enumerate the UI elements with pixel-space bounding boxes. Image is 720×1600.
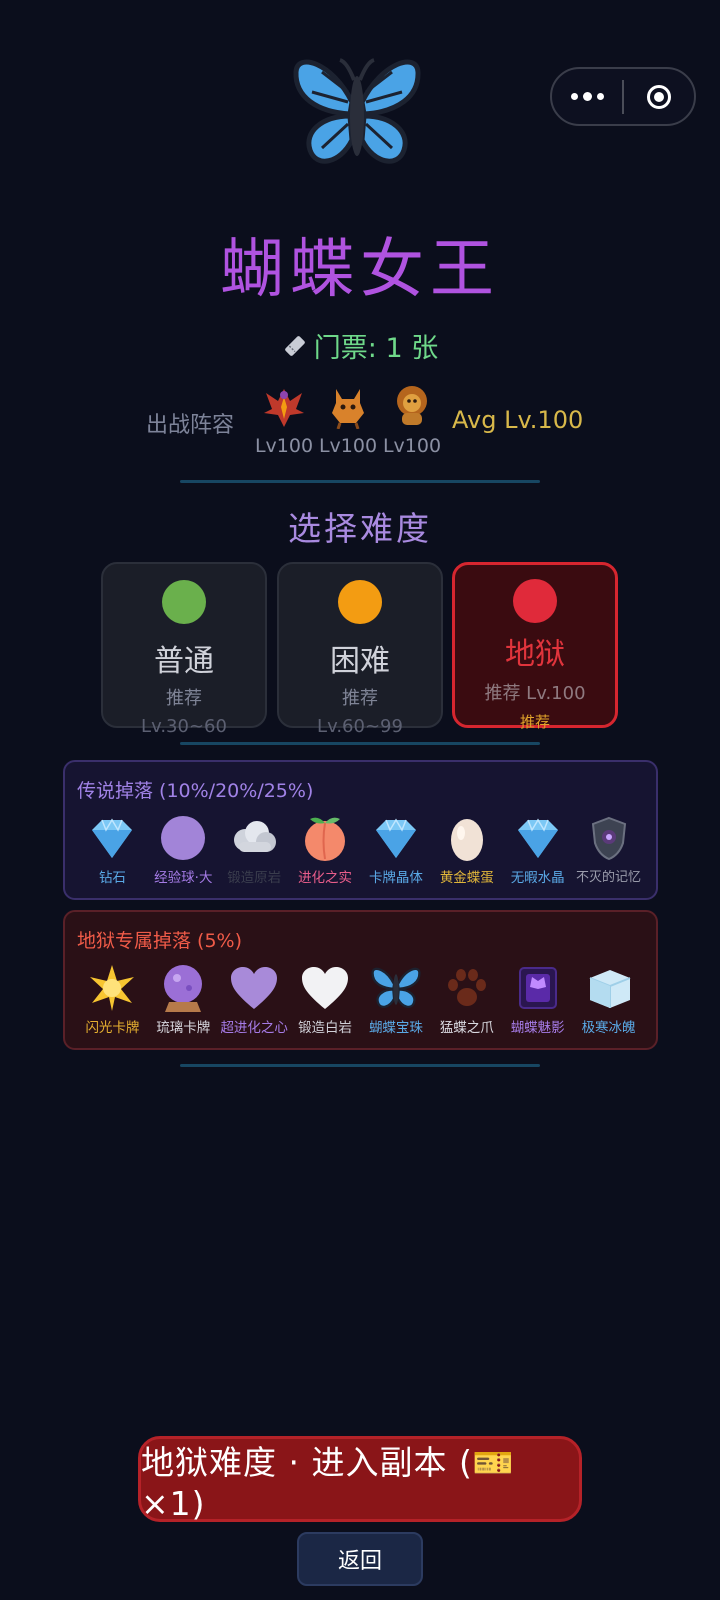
drop-item[interactable]: 锻造白岩 bbox=[290, 962, 361, 1036]
drop-item-name: 蝴蝶魅影 bbox=[510, 1020, 565, 1036]
phoenix-pet-icon bbox=[254, 383, 314, 433]
team-label: 出战阵容 bbox=[146, 413, 235, 438]
drop-item-name: 黄金蝶蛋 bbox=[439, 870, 494, 886]
pet-level: Lv100 bbox=[318, 435, 378, 457]
drop-item[interactable]: 超进化之心 bbox=[219, 962, 290, 1036]
drop-item[interactable]: 琉璃卡牌 bbox=[148, 962, 219, 1036]
more-menu-button[interactable] bbox=[552, 91, 622, 101]
crystal-ball-icon bbox=[157, 962, 209, 1014]
ticket-icon bbox=[282, 333, 308, 366]
green-dot-icon bbox=[162, 580, 206, 624]
target-icon bbox=[646, 84, 671, 109]
team-pet-1[interactable]: Lv100 bbox=[254, 383, 314, 457]
difficulty-recommend: 推荐 bbox=[342, 688, 378, 709]
drop-item-name: 锻造原岩 bbox=[227, 870, 282, 886]
boss-title: 蝴蝶女王 bbox=[220, 233, 500, 307]
drop-item-name: 进化之实 bbox=[298, 870, 353, 886]
white-heart-icon bbox=[299, 962, 351, 1014]
drop-item-name: 闪光卡牌 bbox=[85, 1020, 140, 1036]
red-dot-icon bbox=[513, 579, 557, 623]
drop-item[interactable]: 闪光卡牌 bbox=[77, 962, 148, 1036]
team-pet-2[interactable]: Lv100 bbox=[318, 383, 378, 457]
drop-item[interactable]: 黄金蝶蛋 bbox=[431, 812, 502, 886]
drop-item[interactable]: 蝴蝶宝珠 bbox=[361, 962, 432, 1036]
difficulty-hell-card[interactable]: 地狱 推荐 Lv.100 推荐 bbox=[452, 562, 618, 731]
section-divider bbox=[180, 742, 540, 745]
drop-item-name: 蝴蝶宝珠 bbox=[368, 1020, 423, 1036]
drop-item-name: 琉璃卡牌 bbox=[156, 1020, 211, 1036]
legend-drops-title: 传说掉落 (10%/20%/25%) bbox=[77, 780, 314, 802]
ticket-label: 门票: 1 张 bbox=[313, 333, 439, 364]
difficulty-recommend: 推荐 bbox=[166, 688, 202, 709]
recommended-badge: 推荐 bbox=[519, 713, 550, 731]
back-button[interactable]: 返回 bbox=[297, 1532, 423, 1586]
difficulty-normal-card[interactable]: 普通 推荐 Lv.30~60 bbox=[101, 562, 267, 737]
section-divider bbox=[180, 1064, 540, 1067]
drop-item[interactable]: 锻造原岩 bbox=[219, 812, 290, 886]
shield-icon bbox=[583, 812, 635, 864]
drop-item-name: 经验球·大 bbox=[154, 870, 213, 886]
drop-item[interactable]: 钻石 bbox=[77, 812, 148, 886]
orange-dot-icon bbox=[338, 580, 382, 624]
drop-item-name: 卡牌晶体 bbox=[368, 870, 423, 886]
difficulty-hard-card[interactable]: 困难 推荐 Lv.60~99 bbox=[277, 562, 443, 737]
drop-item[interactable]: 极寒冰魄 bbox=[573, 962, 644, 1036]
hell-drops-title: 地狱专属掉落 (5%) bbox=[77, 930, 243, 952]
difficulty-name: 普通 bbox=[154, 644, 214, 679]
ice-cube-icon bbox=[583, 962, 635, 1014]
diamond-icon bbox=[512, 812, 564, 864]
drop-item-name: 无暇水晶 bbox=[510, 870, 565, 886]
diamond-icon bbox=[86, 812, 138, 864]
drop-item-name: 极寒冰魄 bbox=[581, 1020, 636, 1036]
paw-icon bbox=[441, 962, 493, 1014]
close-miniprogram-button[interactable] bbox=[624, 84, 694, 109]
ticket-count: 门票: 1 张 bbox=[0, 326, 720, 366]
drop-item-name: 锻造白岩 bbox=[298, 1020, 353, 1036]
drop-item[interactable]: 猛蝶之爪 bbox=[431, 962, 502, 1036]
legend-drops-panel: 传说掉落 (10%/20%/25%) 钻石 经验球·大 锻造原岩 进化之实 卡牌… bbox=[63, 760, 658, 900]
pet-level: Lv100 bbox=[254, 435, 314, 457]
drop-item[interactable]: 不灭的记忆 bbox=[573, 812, 644, 886]
difficulty-recommend: 推荐 Lv.100 bbox=[484, 683, 586, 704]
boss-butterfly-icon bbox=[292, 52, 422, 172]
butterfly-icon bbox=[370, 962, 422, 1014]
shadow-card-icon bbox=[512, 962, 564, 1014]
peach-icon bbox=[299, 812, 351, 864]
drop-item-name: 猛蝶之爪 bbox=[439, 1020, 494, 1036]
enter-dungeon-button[interactable]: 地狱难度 · 进入副本 (🎫×1) bbox=[138, 1436, 582, 1523]
drop-item-name: 不灭的记忆 bbox=[576, 870, 642, 885]
purple-heart-icon bbox=[228, 962, 280, 1014]
mini-program-capsule bbox=[550, 67, 696, 126]
difficulty-title: 选择难度 bbox=[288, 509, 432, 548]
pet-level: Lv100 bbox=[382, 435, 442, 457]
drop-item[interactable]: 经验球·大 bbox=[148, 812, 219, 886]
difficulty-name: 困难 bbox=[330, 644, 390, 679]
drop-item-name: 超进化之心 bbox=[220, 1020, 288, 1036]
difficulty-name: 地狱 bbox=[505, 637, 565, 672]
fox-pet-icon bbox=[318, 383, 378, 433]
difficulty-range: Lv.30~60 bbox=[141, 716, 227, 737]
team-pet-3[interactable]: Lv100 bbox=[382, 383, 442, 457]
cloud-ore-icon bbox=[228, 812, 280, 864]
diamond-icon bbox=[370, 812, 422, 864]
hell-drops-panel: 地狱专属掉落 (5%) 闪光卡牌 琉璃卡牌 超进化之心 锻造白岩 蝴蝶宝珠 猛蝶… bbox=[63, 910, 658, 1050]
section-divider bbox=[180, 480, 540, 483]
egg-icon bbox=[441, 812, 493, 864]
team-average-level: Avg Lv.100 bbox=[452, 406, 584, 434]
drop-item[interactable]: 卡牌晶体 bbox=[361, 812, 432, 886]
lion-pet-icon bbox=[382, 383, 442, 433]
star-icon bbox=[86, 962, 138, 1014]
drop-item[interactable]: 进化之实 bbox=[290, 812, 361, 886]
drop-item[interactable]: 蝴蝶魅影 bbox=[502, 962, 573, 1036]
drop-item-name: 钻石 bbox=[98, 870, 126, 886]
exp-orb-icon bbox=[157, 812, 209, 864]
difficulty-range: Lv.60~99 bbox=[317, 716, 403, 737]
drop-item[interactable]: 无暇水晶 bbox=[502, 812, 573, 886]
